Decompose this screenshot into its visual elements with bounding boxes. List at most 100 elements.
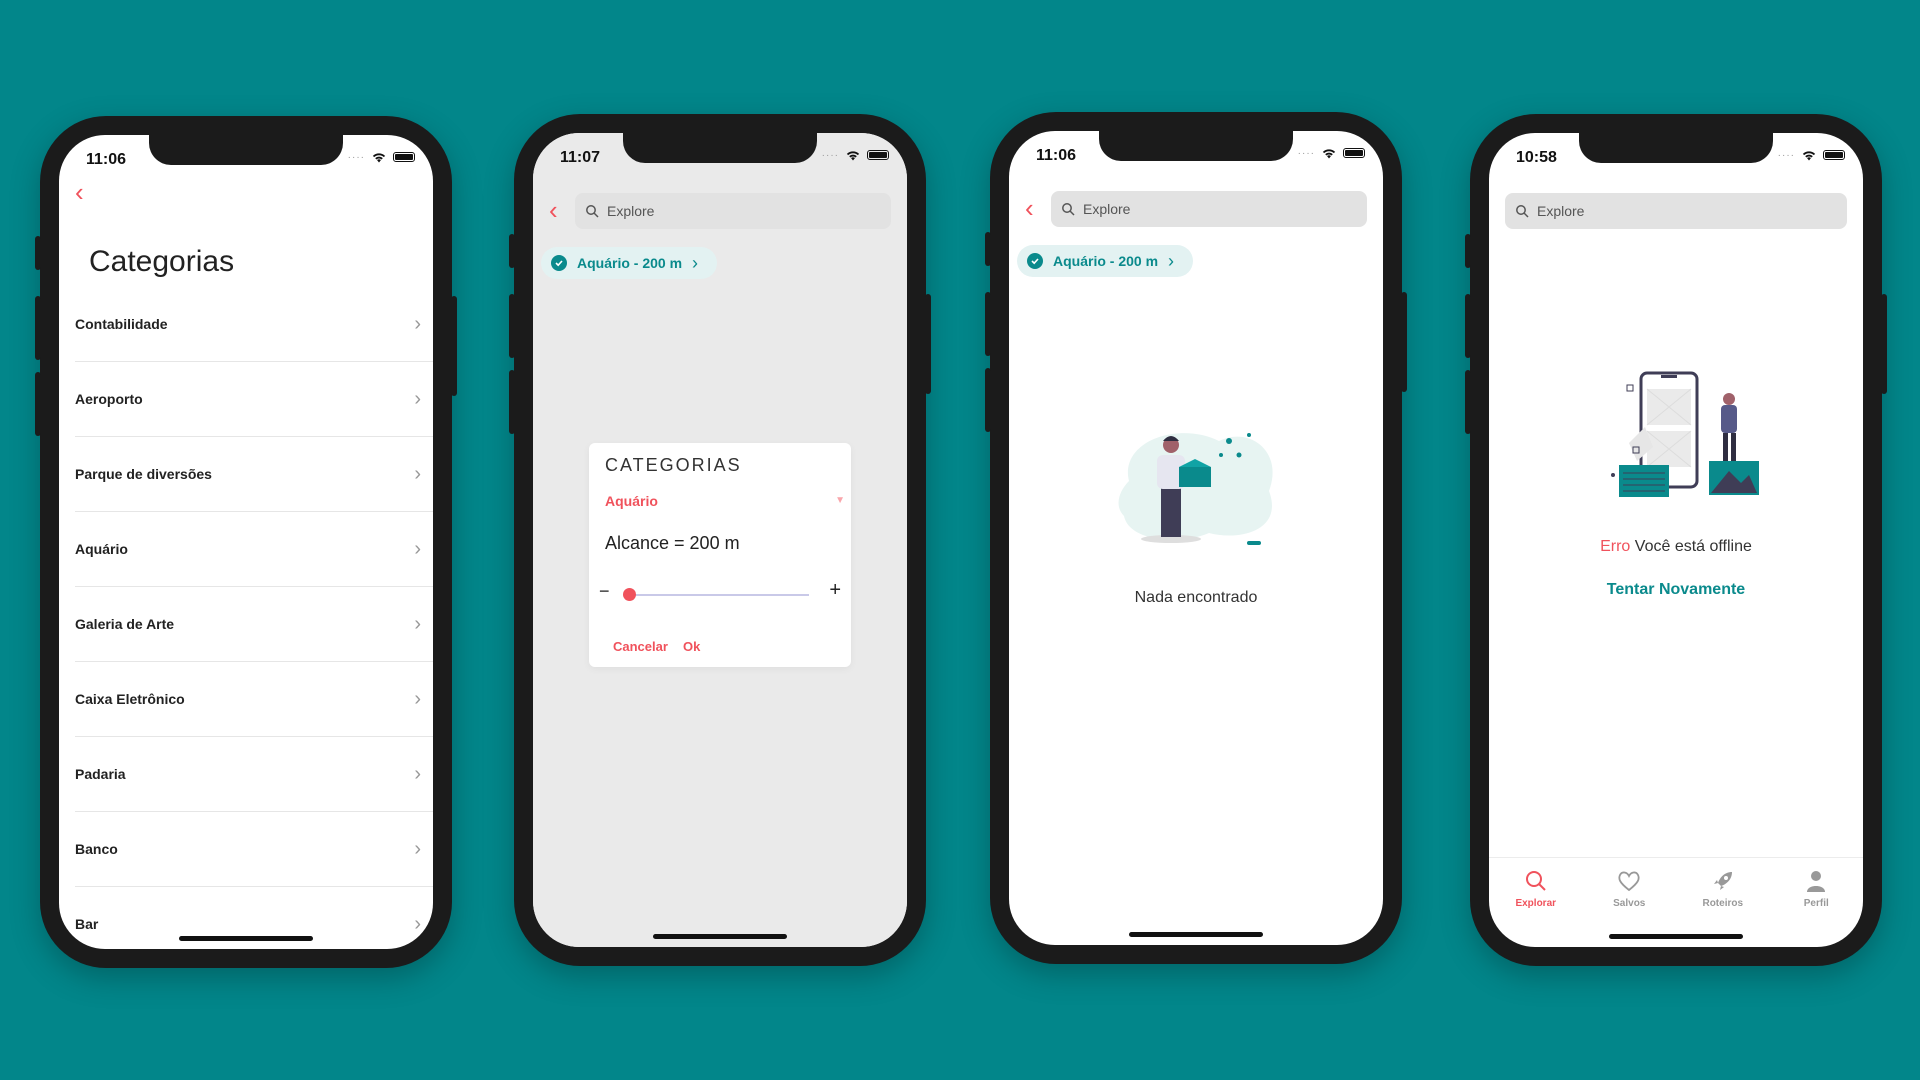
power-button — [1401, 292, 1407, 392]
volume-up-button — [985, 292, 991, 356]
signal-icon: ···· — [1777, 149, 1795, 161]
phone-empty-results: 11:06 ···· ‹ Explore Aquário - 200 m › N… — [985, 112, 1407, 964]
check-circle-icon — [1027, 253, 1043, 269]
status-icons: ···· — [822, 149, 889, 161]
battery-icon — [867, 150, 889, 160]
back-chevron-icon[interactable]: ‹ — [549, 195, 558, 226]
category-label: Bar — [75, 916, 99, 932]
category-label: Galeria de Arte — [75, 616, 175, 632]
battery-icon — [1343, 148, 1365, 158]
empty-state-message: Nada encontrado — [1134, 589, 1258, 606]
filter-chip-label: Aquário - 200 m — [1053, 253, 1159, 269]
chevron-right-icon: › — [692, 252, 699, 273]
increase-button[interactable]: + — [829, 579, 841, 602]
notch — [149, 135, 343, 165]
category-row[interactable]: Caixa Eletrônico › — [75, 662, 433, 737]
phone-categories: 11:06 ···· ‹ Categorias Contabilidade › Ae… — [35, 116, 457, 968]
wifi-icon — [372, 153, 386, 163]
category-label: Aquário — [75, 541, 128, 557]
signal-icon: ···· — [1297, 147, 1315, 159]
chevron-right-icon: › — [414, 312, 421, 335]
wifi-icon — [1322, 149, 1336, 159]
heart-icon — [1618, 871, 1640, 892]
decrease-button[interactable]: − — [599, 581, 610, 602]
signal-icon: ···· — [347, 151, 365, 163]
status-time: 11:07 — [560, 149, 601, 166]
home-indicator — [653, 934, 787, 939]
range-label: Alcance = 200 m — [605, 533, 740, 553]
power-button — [1881, 294, 1887, 394]
check-circle-icon — [551, 255, 567, 271]
tab-label: Explorar — [1515, 898, 1557, 909]
category-row[interactable]: Aquário › — [75, 512, 433, 587]
back-chevron-icon[interactable]: ‹ — [1025, 193, 1034, 224]
search-placeholder: Explore — [1537, 203, 1585, 219]
filter-chip[interactable]: Aquário - 200 m › — [541, 247, 717, 279]
search-placeholder: Explore — [607, 203, 655, 219]
search-bar[interactable]: Explore — [1051, 191, 1367, 227]
notch — [1099, 131, 1293, 161]
power-button — [925, 294, 931, 394]
home-indicator — [179, 936, 313, 941]
category-row[interactable]: Galeria de Arte › — [75, 587, 433, 662]
screen: 11:06 ···· ‹ Explore Aquário - 200 m › N… — [1009, 131, 1383, 945]
category-modal: CATEGORIAS Aquário ▼ Alcance = 200 m − +… — [589, 443, 851, 667]
filter-chip-label: Aquário - 200 m — [577, 255, 683, 271]
mute-button — [1465, 234, 1471, 268]
chevron-right-icon: › — [414, 612, 421, 635]
power-button — [451, 296, 457, 396]
range-slider-thumb[interactable] — [622, 588, 636, 601]
error-prefix: Erro — [1600, 538, 1631, 555]
mute-button — [985, 232, 991, 266]
category-row[interactable]: Banco › — [75, 812, 433, 887]
filter-chip[interactable]: Aquário - 200 m › — [1017, 245, 1193, 277]
search-placeholder: Explore — [1083, 201, 1131, 217]
chevron-right-icon: › — [1168, 250, 1175, 271]
page-title: Categorias — [89, 245, 235, 278]
volume-down-button — [509, 370, 515, 434]
tab-explorar[interactable]: Explorar — [1496, 858, 1576, 947]
signal-icon: ···· — [821, 149, 839, 161]
chevron-right-icon: › — [414, 687, 421, 710]
chevron-right-icon: › — [414, 837, 421, 860]
category-row[interactable]: Parque de diversões › — [75, 437, 433, 512]
chevron-right-icon: › — [414, 762, 421, 785]
category-row[interactable]: Contabilidade › — [75, 287, 433, 362]
category-select[interactable]: Aquário — [605, 493, 658, 509]
search-icon — [586, 205, 599, 218]
empty-box-illustration — [1118, 433, 1273, 545]
category-label: Parque de diversões — [75, 466, 212, 482]
category-row[interactable]: Padaria › — [75, 737, 433, 812]
search-icon — [1516, 205, 1529, 218]
volume-up-button — [509, 294, 515, 358]
user-icon — [1807, 871, 1826, 892]
tab-perfil[interactable]: Perfil — [1776, 858, 1856, 947]
status-icons: ···· — [1778, 149, 1845, 161]
home-indicator — [1609, 934, 1743, 939]
search-icon — [1062, 203, 1075, 216]
category-label: Banco — [75, 841, 118, 857]
range-slider-track[interactable] — [625, 594, 809, 596]
status-icons: ···· — [1298, 147, 1365, 159]
ok-button[interactable]: Ok — [683, 639, 700, 654]
error-message: Erro Você está offline — [1489, 538, 1863, 556]
caret-down-icon[interactable]: ▼ — [835, 495, 845, 506]
retry-button[interactable]: Tentar Novamente — [1489, 581, 1863, 599]
screen: 11:06 ···· ‹ Categorias Contabilidade › Ae… — [59, 135, 433, 949]
cancel-button[interactable]: Cancelar — [613, 639, 668, 654]
category-row[interactable]: Aeroporto › — [75, 362, 433, 437]
chevron-right-icon: › — [414, 387, 421, 410]
offline-illustration — [1611, 371, 1759, 497]
error-text: Você está offline — [1634, 538, 1752, 555]
status-time: 11:06 — [1036, 147, 1077, 164]
battery-icon — [393, 152, 415, 162]
search-bar[interactable]: Explore — [575, 193, 891, 229]
search-bar[interactable]: Explore — [1505, 193, 1847, 229]
chevron-right-icon: › — [414, 912, 421, 935]
notch — [1579, 133, 1773, 163]
status-time: 10:58 — [1516, 149, 1557, 166]
mute-button — [509, 234, 515, 268]
chevron-right-icon: › — [414, 537, 421, 560]
status-icons: ···· — [348, 151, 415, 163]
back-chevron-icon[interactable]: ‹ — [75, 177, 84, 208]
